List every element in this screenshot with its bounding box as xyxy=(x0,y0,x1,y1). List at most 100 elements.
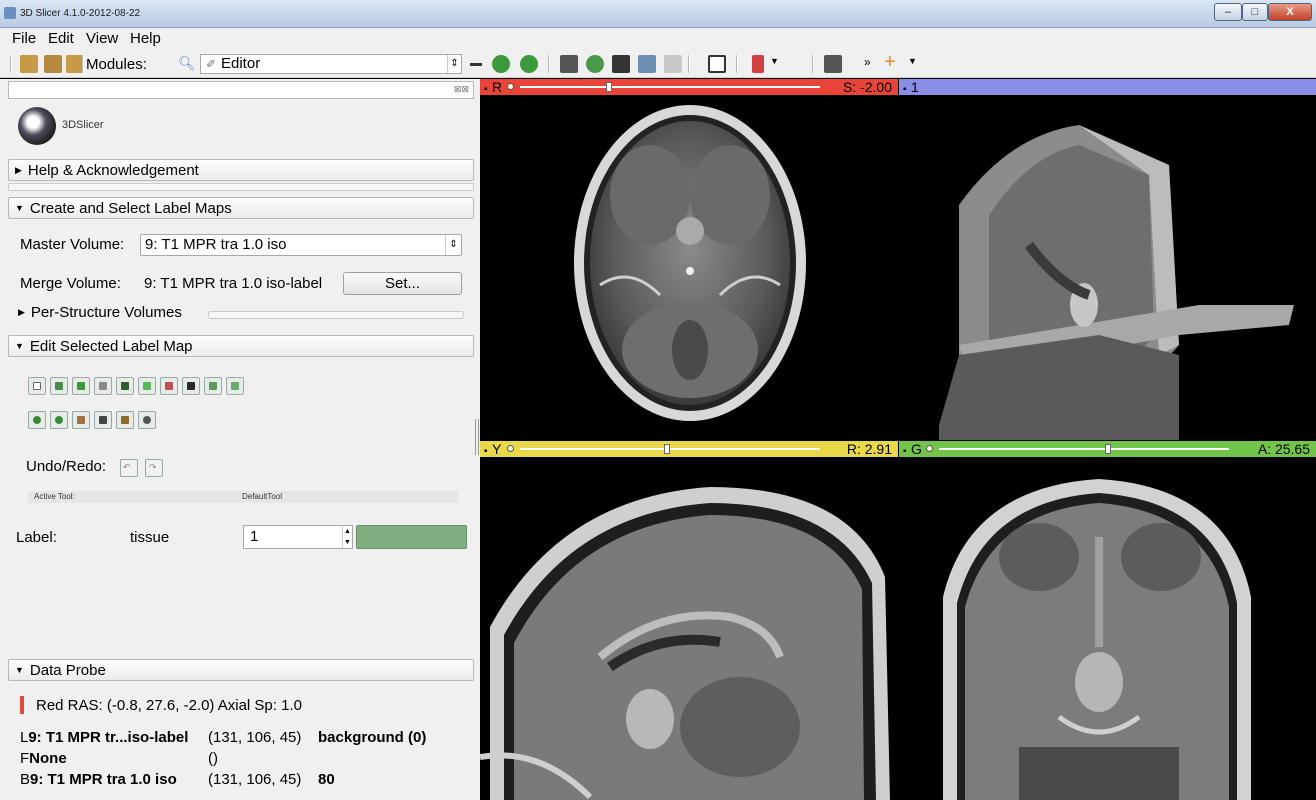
chevron-down-icon[interactable]: ▼ xyxy=(908,56,917,66)
toolbar-separator xyxy=(688,55,690,73)
models-icon[interactable] xyxy=(560,55,578,73)
change-label-icon[interactable] xyxy=(50,377,68,395)
close-button[interactable]: X xyxy=(1268,3,1312,21)
chart-icon[interactable] xyxy=(638,55,656,73)
per-structure-divider xyxy=(208,311,464,319)
green-slice-view[interactable]: ▪ G A: 25.65 xyxy=(899,441,1316,800)
probe-ijk: (131, 106, 45) xyxy=(208,729,302,746)
slicer-app: 3D Slicer 4.1.0-2012-08-22 – □ X File Ed… xyxy=(0,0,1316,800)
module-search-icon[interactable]: 🔍︎ xyxy=(178,55,196,72)
undo-icon[interactable]: ↶ xyxy=(120,459,138,477)
per-structure-volumes[interactable]: ▶ Per-Structure Volumes xyxy=(18,304,466,321)
redo-icon[interactable]: ↷ xyxy=(145,459,163,477)
link-icon[interactable] xyxy=(507,83,514,90)
remove-islands-icon[interactable] xyxy=(94,411,112,429)
probe-ijk: () xyxy=(208,750,218,767)
master-volume-value: 9: T1 MPR tra 1.0 iso xyxy=(145,236,287,253)
save-island-icon[interactable] xyxy=(116,411,134,429)
dilate-icon[interactable] xyxy=(50,411,68,429)
minimize-button[interactable]: – xyxy=(1214,3,1242,21)
draw-icon[interactable] xyxy=(94,377,112,395)
merge-volume-label: Merge Volume: xyxy=(20,275,121,292)
link-icon[interactable] xyxy=(507,445,514,452)
label-spinbox[interactable]: 1 ▲ ▼ xyxy=(243,525,353,549)
merge-volume-value: 9: T1 MPR tra 1.0 iso-label xyxy=(144,275,323,292)
sagittal-mri-image xyxy=(480,487,890,800)
threed-view[interactable]: ▪ 1 xyxy=(899,79,1316,440)
section-create[interactable]: ▼ Create and Select Label Maps xyxy=(8,197,474,219)
slicer-logo-icon xyxy=(18,107,56,145)
probe-volume-name: 9: T1 MPR tra 1.0 iso xyxy=(30,771,177,788)
probe-ras-line: Red RAS: (-0.8, 27.6, -2.0) Axial Sp: 1.… xyxy=(36,697,302,714)
probe-value: 80 xyxy=(318,771,335,788)
active-tool-label: Active Tool: xyxy=(34,492,75,501)
crosshair-mode-icon[interactable] xyxy=(752,55,764,73)
red-slice-view[interactable]: ▪ R S: -2.00 xyxy=(480,79,898,440)
slice-slider-handle[interactable] xyxy=(606,82,612,92)
title-bar: 3D Slicer 4.1.0-2012-08-22 – □ X xyxy=(0,0,1316,28)
module-selector[interactable]: ✐ Editor ⇕ xyxy=(200,54,462,74)
back-icon[interactable] xyxy=(492,55,510,73)
section-data-probe[interactable]: ▼ Data Probe xyxy=(8,659,474,681)
dicom-icon[interactable] xyxy=(44,55,62,73)
threshold-icon[interactable] xyxy=(160,377,178,395)
screenshot-icon[interactable] xyxy=(824,55,842,73)
crosshair-icon[interactable]: + xyxy=(884,51,896,74)
active-tool-bar: Active Tool: DefaultTool xyxy=(28,491,458,503)
master-volume-select[interactable]: 9: T1 MPR tra 1.0 iso ⇕ xyxy=(140,234,462,256)
label-label: Label: xyxy=(16,529,57,546)
minus-icon[interactable] xyxy=(470,63,482,66)
menu-help[interactable]: Help xyxy=(130,30,161,47)
module-panel: ⊠⊠ 3DSlicer ▶ Help & Acknowledgement ▼ Cre… xyxy=(0,79,480,800)
threed-render-image xyxy=(939,125,1294,440)
app-icon xyxy=(4,7,16,19)
maximize-button[interactable]: □ xyxy=(1242,3,1268,21)
load-data-icon[interactable] xyxy=(20,55,38,73)
transform-icon[interactable] xyxy=(612,55,630,73)
link-icon[interactable] xyxy=(926,445,933,452)
spin-arrows-icon[interactable]: ▲ ▼ xyxy=(342,526,352,548)
default-tool-icon[interactable] xyxy=(28,377,46,395)
wand-effect-icon[interactable] xyxy=(138,411,156,429)
level-tracing-icon[interactable] xyxy=(116,377,134,395)
coronal-mri-image xyxy=(943,479,1251,800)
logo-text: 3DSlicer xyxy=(62,119,104,131)
paint-icon[interactable] xyxy=(72,377,90,395)
change-island-icon[interactable] xyxy=(226,377,244,395)
panel-close-icon[interactable]: ⊠⊠ xyxy=(454,84,469,95)
slice-slider-track[interactable] xyxy=(520,86,820,88)
menu-edit[interactable]: Edit xyxy=(48,30,74,47)
yellow-slice-controller: ▪ Y R: 2.91 xyxy=(480,441,898,457)
set-button[interactable]: Set... xyxy=(343,272,462,295)
overflow-icon[interactable]: » xyxy=(864,55,871,69)
menu-view[interactable]: View xyxy=(86,30,118,47)
label-color-swatch[interactable] xyxy=(356,525,467,549)
section-edit[interactable]: ▼ Edit Selected Label Map xyxy=(8,335,474,357)
yellow-slice-view[interactable]: ▪ Y R: 2.91 xyxy=(480,441,898,800)
volumes-icon[interactable] xyxy=(586,55,604,73)
slice-slider-handle[interactable] xyxy=(1105,444,1111,454)
probe-volume-name: 9: T1 MPR tr...iso-label xyxy=(28,729,189,746)
green-slice-controller: ▪ G A: 25.65 xyxy=(899,441,1316,457)
forward-icon[interactable] xyxy=(520,55,538,73)
slice-slider-handle[interactable] xyxy=(664,444,670,454)
menu-file[interactable]: File xyxy=(12,30,36,47)
view-letter: Y xyxy=(492,441,502,457)
erode-icon[interactable] xyxy=(28,411,46,429)
probe-color-marker xyxy=(20,696,24,714)
slice-offset-value: S: -2.00 xyxy=(842,79,892,95)
section-help[interactable]: ▶ Help & Acknowledgement xyxy=(8,159,474,181)
layout-icon[interactable] xyxy=(708,55,726,73)
make-model-icon[interactable] xyxy=(72,411,90,429)
fiducial-icon[interactable] xyxy=(664,55,682,73)
toolbar-separator xyxy=(812,55,814,73)
rectangle-icon[interactable] xyxy=(138,377,156,395)
menu-bar: File Edit View Help xyxy=(0,28,1316,50)
panel-splitter[interactable] xyxy=(475,419,479,455)
identify-islands-icon[interactable] xyxy=(204,377,222,395)
per-structure-label: Per-Structure Volumes xyxy=(30,304,182,321)
grow-cut-icon[interactable] xyxy=(182,377,200,395)
slice-slider-track[interactable] xyxy=(520,448,820,450)
chevron-down-icon[interactable]: ▼ xyxy=(770,56,779,66)
slice-slider-track[interactable] xyxy=(939,448,1229,450)
